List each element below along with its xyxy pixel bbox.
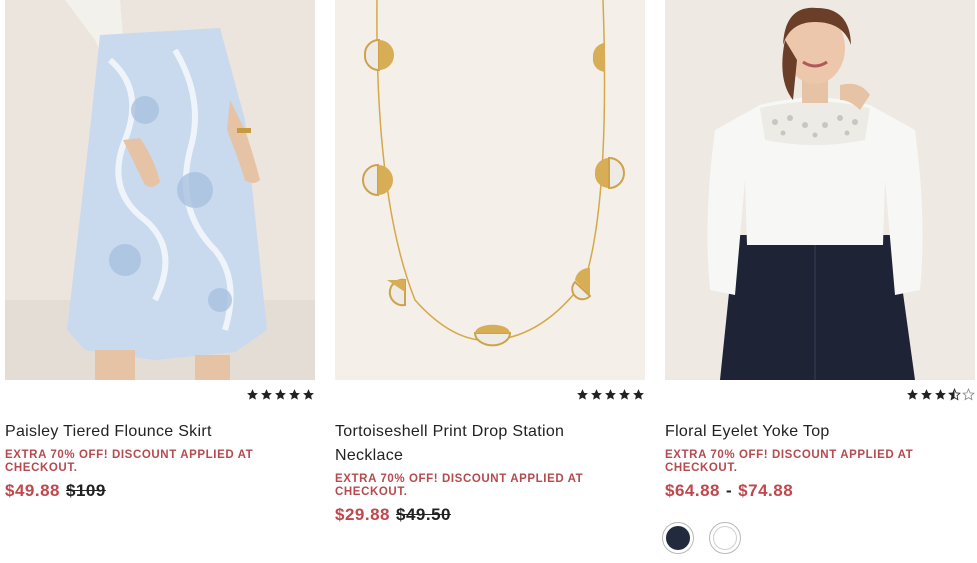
product-card-eyelet-top[interactable]: Floral Eyelet Yoke Top EXTRA 70% OFF! DI… <box>662 0 975 554</box>
product-image-station-necklace[interactable] <box>335 0 645 380</box>
price: $29.88 $49.50 <box>335 505 451 525</box>
empty-star-icon <box>962 388 975 401</box>
sale-price: $29.88 <box>335 505 390 524</box>
star-icon <box>275 389 286 400</box>
sale-price: $49.88 <box>5 481 60 500</box>
star-rating <box>906 388 975 404</box>
star-icon <box>303 389 314 400</box>
star-icon <box>577 389 588 400</box>
star-icon <box>605 389 616 400</box>
half-star-icon <box>948 388 961 401</box>
price-separator: - <box>726 481 733 500</box>
star-icon <box>289 389 300 400</box>
price-high: $74.88 <box>738 481 794 500</box>
star-icon <box>247 389 258 400</box>
color-swatch-navy[interactable] <box>662 522 694 554</box>
star-icon <box>591 389 602 400</box>
product-card-station-necklace[interactable]: Tortoiseshell Print Drop Station Necklac… <box>335 0 645 524</box>
product-image-eyelet-top[interactable] <box>665 0 975 380</box>
product-card-paisley-skirt[interactable]: Paisley Tiered Flounce Skirt EXTRA 70% O… <box>5 0 315 500</box>
price-range: $64.88- $74.88 <box>665 481 793 501</box>
price: $49.88 $109 <box>5 481 106 501</box>
star-icon <box>633 389 644 400</box>
promo-text: EXTRA 70% OFF! DISCOUNT APPLIED AT CHECK… <box>665 449 914 474</box>
price-low: $64.88 <box>665 481 720 500</box>
product-name[interactable]: Tortoiseshell Print Drop Station Necklac… <box>335 420 635 468</box>
original-price: $49.50 <box>396 505 451 524</box>
star-icon <box>921 389 932 400</box>
star-rating <box>246 388 315 404</box>
color-swatch-white[interactable] <box>709 522 741 554</box>
promo-text: EXTRA 70% OFF! DISCOUNT APPLIED AT CHECK… <box>5 449 254 474</box>
star-icon <box>261 389 272 400</box>
product-name[interactable]: Paisley Tiered Flounce Skirt <box>5 420 305 444</box>
star-icon <box>907 389 918 400</box>
star-icon <box>619 389 630 400</box>
promo-text: EXTRA 70% OFF! DISCOUNT APPLIED AT CHECK… <box>335 473 584 498</box>
star-rating <box>576 388 645 404</box>
product-image-paisley-skirt[interactable] <box>5 0 315 380</box>
product-name[interactable]: Floral Eyelet Yoke Top <box>665 420 965 444</box>
original-price: $109 <box>66 481 106 500</box>
star-icon <box>935 389 946 400</box>
